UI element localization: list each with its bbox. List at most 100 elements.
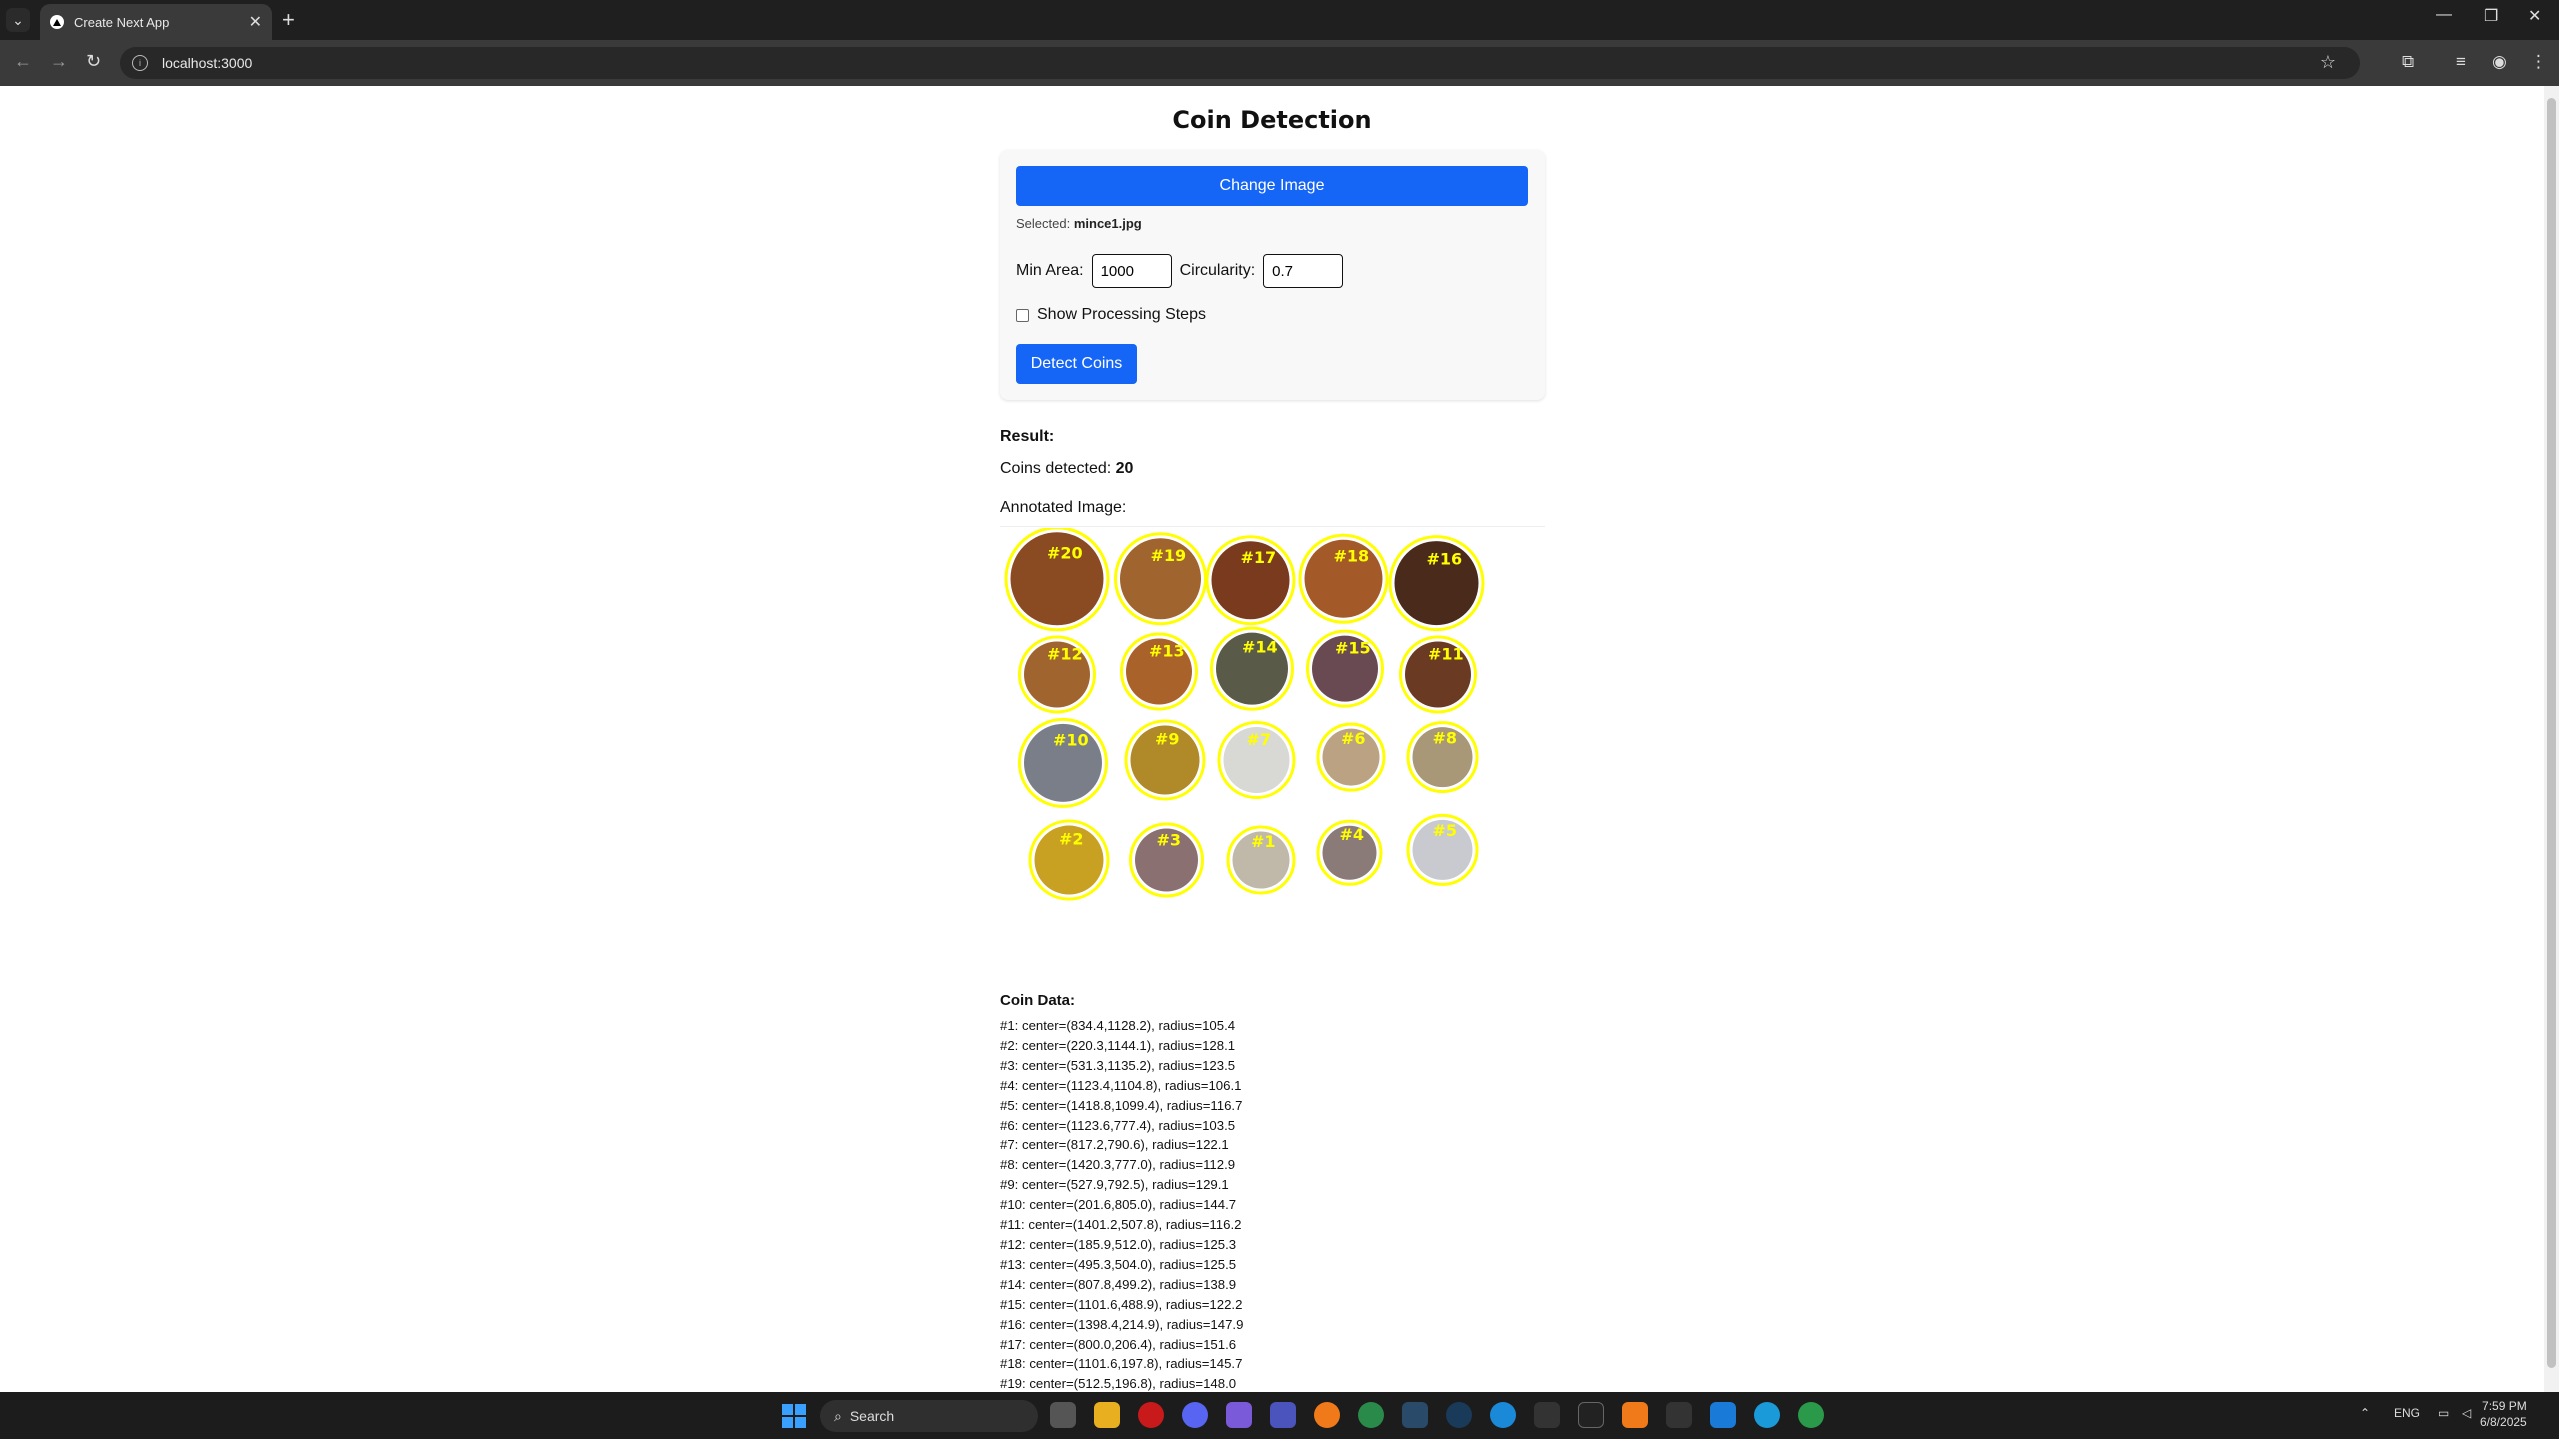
steam-icon[interactable]: [1446, 1402, 1472, 1428]
show-steps-checkbox[interactable]: [1016, 308, 1029, 322]
annotated-image-label: Annotated Image:: [1000, 499, 1127, 516]
coin-data-row: #13: center=(495.3,504.0), radius=125.5: [1000, 1256, 1237, 1272]
clock[interactable]: 7:59 PM 6/8/2025: [2480, 1398, 2527, 1430]
site-info-icon[interactable]: i: [132, 55, 148, 71]
coin-marker: #4: [1316, 819, 1383, 886]
windows-taskbar: ⌕ Search ⌃ ENG ▭ ◁ 7:59 PM 6/8/2025: [0, 1392, 2559, 1439]
restore-icon[interactable]: ❐: [2484, 6, 2498, 26]
chatgpt-icon[interactable]: [1534, 1402, 1560, 1428]
taskbar-search[interactable]: ⌕ Search: [820, 1400, 1038, 1432]
coin-data-row: #12: center=(185.9,512.0), radius=125.3: [1000, 1236, 1237, 1252]
coin-data-row: #17: center=(800.0,206.4), radius=151.6: [1000, 1336, 1237, 1352]
address-bar[interactable]: i localhost:3000 ☆: [120, 47, 2360, 79]
discord-icon[interactable]: [1182, 1402, 1208, 1428]
detect-coins-button[interactable]: Detect Coins: [1016, 344, 1137, 384]
terminal-icon[interactable]: [1666, 1402, 1692, 1428]
page-title: Coin Detection: [1172, 106, 1372, 134]
search-icon: ⌕: [834, 1407, 842, 1424]
profile-icon[interactable]: ◉: [2492, 52, 2507, 72]
coin-marker: #6: [1316, 722, 1386, 792]
jetbrains-icon[interactable]: [1578, 1402, 1604, 1428]
app-icon[interactable]: [1314, 1402, 1340, 1428]
coin-marker: #11: [1399, 635, 1477, 714]
tool-icon[interactable]: [1402, 1402, 1428, 1428]
task-view-icon[interactable]: [1050, 1402, 1076, 1428]
network-icon[interactable]: ▭: [2438, 1406, 2449, 1420]
coin-data-row: #7: center=(817.2,790.6), radius=122.1: [1000, 1137, 1229, 1153]
back-icon[interactable]: ←: [14, 51, 32, 72]
docker-icon[interactable]: [1754, 1402, 1780, 1428]
new-tab-icon[interactable]: +: [282, 8, 295, 32]
coins-detected: Coins detected: 20: [1000, 460, 1133, 478]
clock-time: 7:59 PM: [2482, 1399, 2527, 1413]
min-area-input[interactable]: [1091, 254, 1172, 288]
show-steps-label: Show Processing Steps: [1037, 306, 1206, 323]
page-scrollbar[interactable]: [2544, 86, 2559, 1392]
media-control-icon[interactable]: ≡: [2456, 52, 2466, 72]
annotated-image: #20 #19 #17 #18 #16 #12 #13 #14 #15 #11 #10 #9 #7 #6 #…: [1004, 528, 1485, 901]
circularity-input[interactable]: [1263, 254, 1344, 288]
coin-data-row: #18: center=(1101.6,197.8), radius=145.7: [1000, 1356, 1243, 1372]
coin-marker: #9: [1124, 719, 1206, 801]
coin-marker: #15: [1306, 629, 1384, 708]
browser-tabstrip: ⌄ Create Next App ✕ + — ❐ ✕: [0, 0, 2559, 40]
params-row: Min Area: Circularity:: [1016, 254, 1351, 288]
url-text: localhost:3000: [162, 55, 253, 71]
coin-label: #13: [1149, 642, 1185, 661]
coin-label: #7: [1247, 730, 1272, 749]
browser-tab[interactable]: Create Next App ✕: [40, 4, 272, 40]
circularity-label: Circularity:: [1179, 262, 1256, 279]
coin-label: #11: [1428, 644, 1464, 663]
file-explorer-icon[interactable]: [1094, 1402, 1120, 1428]
coin-marker: #18: [1298, 533, 1389, 624]
coin-marker: #12: [1018, 635, 1096, 714]
divider: [1000, 526, 1545, 527]
reload-icon[interactable]: ↻: [86, 51, 101, 72]
coin-marker: #20: [1004, 528, 1110, 632]
selected-file: Selected: mince1.jpg: [1016, 216, 1142, 231]
show-steps-row[interactable]: Show Processing Steps: [1016, 306, 1206, 324]
search-tool-icon[interactable]: [1622, 1402, 1648, 1428]
tray-chevron-icon[interactable]: ⌃: [2360, 1406, 2370, 1420]
coin-data-row: #4: center=(1123.4,1104.8), radius=106.1: [1000, 1077, 1242, 1093]
selected-prefix: Selected:: [1016, 216, 1071, 231]
opera-icon[interactable]: [1138, 1402, 1164, 1428]
coin-label: #20: [1047, 543, 1083, 562]
menu-icon[interactable]: ⋮: [2530, 52, 2547, 72]
nextjs-icon: [50, 15, 64, 29]
minimize-icon[interactable]: —: [2436, 6, 2452, 24]
volume-icon[interactable]: ◁: [2462, 1406, 2471, 1420]
scroll-thumb[interactable]: [2547, 98, 2556, 1368]
coin-label: #15: [1335, 639, 1371, 658]
chrome-canary-icon[interactable]: [1798, 1402, 1824, 1428]
chrome-icon[interactable]: [1358, 1402, 1384, 1428]
windows-start-icon[interactable]: [782, 1404, 806, 1428]
coin-label: #4: [1340, 825, 1365, 844]
coin-label: #6: [1341, 729, 1366, 748]
extensions-icon[interactable]: ⧉: [2402, 52, 2414, 72]
coin-data-list: #1: center=(834.4,1128.2), radius=105.4 #…: [1000, 1016, 1243, 1392]
vscode-icon[interactable]: [1710, 1402, 1736, 1428]
edge-icon[interactable]: [1490, 1402, 1516, 1428]
teams-icon[interactable]: [1270, 1402, 1296, 1428]
tab-search-icon[interactable]: ⌄: [6, 8, 30, 32]
window-close-icon[interactable]: ✕: [2528, 6, 2541, 26]
coin-marker: #19: [1114, 532, 1207, 626]
coin-data-row: #19: center=(512.5,196.8), radius=148.0: [1000, 1376, 1237, 1392]
change-image-button[interactable]: Change Image: [1016, 166, 1528, 206]
vpn-icon[interactable]: [1226, 1402, 1252, 1428]
selected-filename: mince1.jpg: [1073, 216, 1142, 231]
min-area-label: Min Area:: [1016, 262, 1084, 279]
language-indicator[interactable]: ENG: [2394, 1406, 2420, 1420]
bookmark-star-icon[interactable]: ☆: [2320, 52, 2336, 73]
coin-marker: #10: [1018, 717, 1108, 808]
coin-data-row: #14: center=(807.8,499.2), radius=138.9: [1000, 1276, 1237, 1292]
coins-detected-label: Coins detected:: [1000, 460, 1112, 477]
coin-label: #8: [1433, 728, 1458, 747]
browser-toolbar: ← → ↻ i localhost:3000 ☆ ⧉ ≡ ◉ ⋮: [0, 40, 2559, 86]
coin-label: #3: [1157, 831, 1182, 850]
forward-icon[interactable]: →: [50, 51, 68, 72]
coin-label: #10: [1053, 731, 1089, 750]
close-icon[interactable]: ✕: [249, 12, 262, 32]
coin-marker: #3: [1129, 822, 1204, 898]
